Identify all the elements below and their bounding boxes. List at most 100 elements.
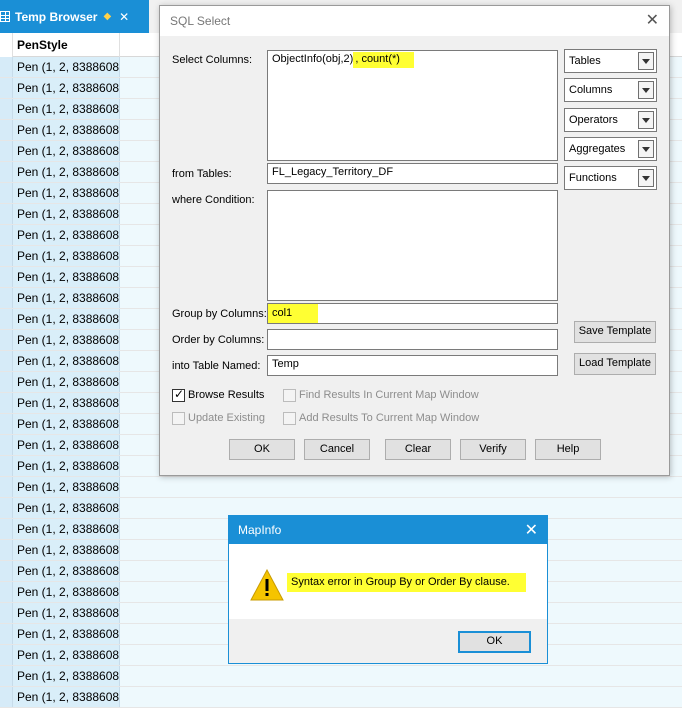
pin-icon[interactable]: ◆ — [103, 11, 111, 22]
row-selector[interactable] — [0, 456, 13, 476]
row-selector[interactable] — [0, 78, 13, 98]
penstyle-cell[interactable]: Pen (1, 2, 8388608) — [13, 141, 120, 161]
select-columns-field[interactable]: ObjectInfo(obj,2), count(*) — [267, 50, 558, 161]
penstyle-cell[interactable]: Pen (1, 2, 8388608) — [13, 477, 120, 497]
where-condition-field[interactable] — [267, 190, 558, 301]
row-selector[interactable] — [0, 603, 13, 623]
penstyle-cell[interactable]: Pen (1, 2, 8388608) — [13, 309, 120, 329]
row-selector[interactable] — [0, 141, 13, 161]
penstyle-cell[interactable]: Pen (1, 2, 8388608) — [13, 57, 120, 77]
columns-dropdown[interactable]: Columns — [564, 78, 657, 102]
cancel-button[interactable]: Cancel — [304, 439, 370, 460]
penstyle-cell[interactable]: Pen (1, 2, 8388608) — [13, 120, 120, 140]
row-selector[interactable] — [0, 582, 13, 602]
row-selector[interactable] — [0, 372, 13, 392]
row-selector-header[interactable] — [0, 32, 13, 57]
row-selector[interactable] — [0, 162, 13, 182]
load-template-button[interactable]: Load Template — [574, 353, 656, 375]
clear-button[interactable]: Clear — [385, 439, 451, 460]
row-selector[interactable] — [0, 435, 13, 455]
close-tab-icon[interactable]: ✕ — [119, 10, 129, 24]
penstyle-cell[interactable]: Pen (1, 2, 8388608) — [13, 372, 120, 392]
ok-button[interactable]: OK — [229, 439, 295, 460]
table-row[interactable]: Pen (1, 2, 8388608) — [0, 687, 682, 708]
row-selector[interactable] — [0, 225, 13, 245]
sql-dialog-close-icon[interactable]: ✕ — [646, 13, 659, 29]
penstyle-cell[interactable]: Pen (1, 2, 8388608) — [13, 330, 120, 350]
chevron-down-icon[interactable] — [638, 140, 654, 158]
row-selector[interactable] — [0, 519, 13, 539]
penstyle-cell[interactable]: Pen (1, 2, 8388608) — [13, 498, 120, 518]
into-table-field[interactable]: Temp — [267, 355, 558, 376]
penstyle-cell[interactable]: Pen (1, 2, 8388608) — [13, 666, 120, 686]
row-selector[interactable] — [0, 666, 13, 686]
penstyle-cell[interactable]: Pen (1, 2, 8388608) — [13, 582, 120, 602]
tables-dropdown[interactable]: Tables — [564, 49, 657, 73]
row-selector[interactable] — [0, 414, 13, 434]
row-selector[interactable] — [0, 120, 13, 140]
table-row[interactable]: Pen (1, 2, 8388608) — [0, 477, 682, 498]
penstyle-cell[interactable]: Pen (1, 2, 8388608) — [13, 225, 120, 245]
from-tables-field[interactable]: FL_Legacy_Territory_DF — [267, 163, 558, 184]
row-selector[interactable] — [0, 330, 13, 350]
penstyle-cell[interactable]: Pen (1, 2, 8388608) — [13, 351, 120, 371]
functions-dropdown[interactable]: Functions — [564, 166, 657, 190]
find-results-checkbox[interactable] — [283, 389, 296, 402]
row-selector[interactable] — [0, 393, 13, 413]
penstyle-cell[interactable]: Pen (1, 2, 8388608) — [13, 204, 120, 224]
row-selector[interactable] — [0, 477, 13, 497]
penstyle-cell[interactable]: Pen (1, 2, 8388608) — [13, 246, 120, 266]
error-ok-button[interactable]: OK — [458, 631, 531, 653]
row-selector[interactable] — [0, 540, 13, 560]
penstyle-cell[interactable]: Pen (1, 2, 8388608) — [13, 99, 120, 119]
row-selector[interactable] — [0, 288, 13, 308]
penstyle-cell[interactable]: Pen (1, 2, 8388608) — [13, 645, 120, 665]
row-selector[interactable] — [0, 351, 13, 371]
verify-button[interactable]: Verify — [460, 439, 526, 460]
penstyle-cell[interactable]: Pen (1, 2, 8388608) — [13, 267, 120, 287]
penstyle-cell[interactable]: Pen (1, 2, 8388608) — [13, 519, 120, 539]
penstyle-cell[interactable]: Pen (1, 2, 8388608) — [13, 78, 120, 98]
row-selector[interactable] — [0, 561, 13, 581]
row-selector[interactable] — [0, 246, 13, 266]
penstyle-cell[interactable]: Pen (1, 2, 8388608) — [13, 162, 120, 182]
operators-dropdown[interactable]: Operators — [564, 108, 657, 132]
row-selector[interactable] — [0, 204, 13, 224]
chevron-down-icon[interactable] — [638, 169, 654, 187]
table-row[interactable]: Pen (1, 2, 8388608) — [0, 666, 682, 687]
penstyle-cell[interactable]: Pen (1, 2, 8388608) — [13, 687, 120, 707]
row-selector[interactable] — [0, 183, 13, 203]
penstyle-cell[interactable]: Pen (1, 2, 8388608) — [13, 456, 120, 476]
chevron-down-icon[interactable] — [638, 81, 654, 99]
penstyle-cell[interactable]: Pen (1, 2, 8388608) — [13, 183, 120, 203]
browse-results-checkbox[interactable] — [172, 387, 185, 402]
row-selector[interactable] — [0, 99, 13, 119]
row-selector[interactable] — [0, 645, 13, 665]
penstyle-cell[interactable]: Pen (1, 2, 8388608) — [13, 540, 120, 560]
save-template-button[interactable]: Save Template — [574, 321, 656, 343]
row-selector[interactable] — [0, 687, 13, 707]
aggregates-dropdown[interactable]: Aggregates — [564, 137, 657, 161]
update-existing-checkbox[interactable] — [172, 412, 185, 425]
help-button[interactable]: Help — [535, 439, 601, 460]
chevron-down-icon[interactable] — [638, 52, 654, 70]
error-dialog-close-icon[interactable]: ✕ — [525, 520, 538, 540]
row-selector[interactable] — [0, 57, 13, 77]
column-header-penstyle[interactable]: PenStyle — [13, 32, 120, 57]
penstyle-cell[interactable]: Pen (1, 2, 8388608) — [13, 624, 120, 644]
penstyle-cell[interactable]: Pen (1, 2, 8388608) — [13, 561, 120, 581]
row-selector[interactable] — [0, 309, 13, 329]
row-selector[interactable] — [0, 267, 13, 287]
row-selector[interactable] — [0, 498, 13, 518]
penstyle-cell[interactable]: Pen (1, 2, 8388608) — [13, 393, 120, 413]
add-results-checkbox[interactable] — [283, 412, 296, 425]
penstyle-cell[interactable]: Pen (1, 2, 8388608) — [13, 435, 120, 455]
order-by-field[interactable] — [267, 329, 558, 350]
group-by-field[interactable]: col1 — [267, 303, 558, 324]
penstyle-cell[interactable]: Pen (1, 2, 8388608) — [13, 288, 120, 308]
chevron-down-icon[interactable] — [638, 111, 654, 129]
penstyle-cell[interactable]: Pen (1, 2, 8388608) — [13, 414, 120, 434]
penstyle-cell[interactable]: Pen (1, 2, 8388608) — [13, 603, 120, 623]
browser-tab[interactable]: Temp Browser ◆ ✕ — [0, 0, 149, 33]
row-selector[interactable] — [0, 624, 13, 644]
